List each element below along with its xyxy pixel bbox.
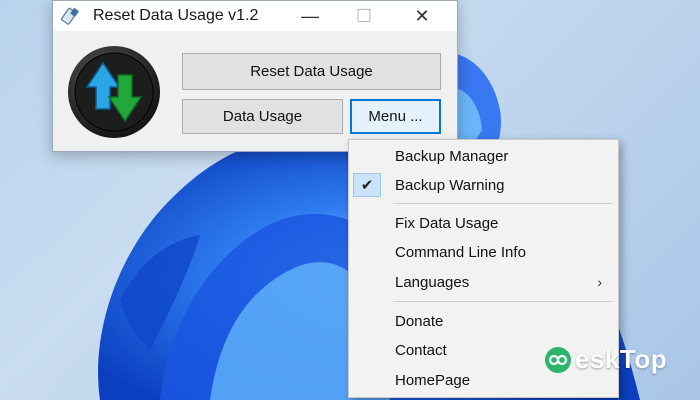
reset-data-usage-button[interactable]: Reset Data Usage <box>182 53 441 90</box>
app-logo-icon <box>68 46 160 138</box>
maximize-button[interactable]: ☐ <box>341 1 387 31</box>
eraser-icon <box>61 7 79 25</box>
close-button[interactable]: ✕ <box>399 1 445 31</box>
menu-item-command-line-info[interactable]: Command Line Info <box>351 238 616 266</box>
app-window: Reset Data Usage v1.2 — ☐ ✕ Reset Data U… <box>52 0 458 152</box>
desktop-logo-icon <box>545 346 571 373</box>
watermark-text-tail: Top <box>619 344 668 374</box>
menu-item-donate[interactable]: Donate <box>351 307 616 335</box>
close-icon: ✕ <box>414 5 430 26</box>
menu-item-label: HomePage <box>395 371 471 389</box>
menu-item-label: Languages <box>395 273 470 291</box>
menu-item-label: Donate <box>395 312 444 330</box>
window-title: Reset Data Usage v1.2 <box>93 7 259 24</box>
data-usage-button[interactable]: Data Usage <box>182 99 343 134</box>
site-watermark: esk Top <box>543 344 667 375</box>
menu-item-label: Backup Manager <box>395 147 509 165</box>
title-bar[interactable]: Reset Data Usage v1.2 — ☐ ✕ <box>53 1 457 31</box>
menu-button[interactable]: Menu ... <box>350 99 441 134</box>
menu-item-backup-manager[interactable]: Backup Manager <box>351 142 616 170</box>
menu-item-label: Command Line Info <box>395 243 526 261</box>
minimize-icon: — <box>301 5 319 26</box>
menu-item-fix-data-usage[interactable]: Fix Data Usage <box>351 209 616 237</box>
checkmark-icon: ✔ <box>353 173 381 197</box>
watermark-text: esk <box>575 344 620 374</box>
menu-separator <box>393 203 613 204</box>
menu-item-label: Contact <box>395 341 447 359</box>
menu-item-backup-warning[interactable]: ✔ Backup Warning <box>351 171 616 199</box>
menu-item-languages[interactable]: Languages › <box>351 268 616 296</box>
menu-item-label: Fix Data Usage <box>395 214 499 232</box>
chevron-right-icon: › <box>597 274 602 290</box>
maximize-icon: ☐ <box>355 5 373 26</box>
menu-separator <box>393 301 613 302</box>
minimize-button[interactable]: — <box>287 1 333 31</box>
menu-item-label: Backup Warning <box>395 176 505 194</box>
